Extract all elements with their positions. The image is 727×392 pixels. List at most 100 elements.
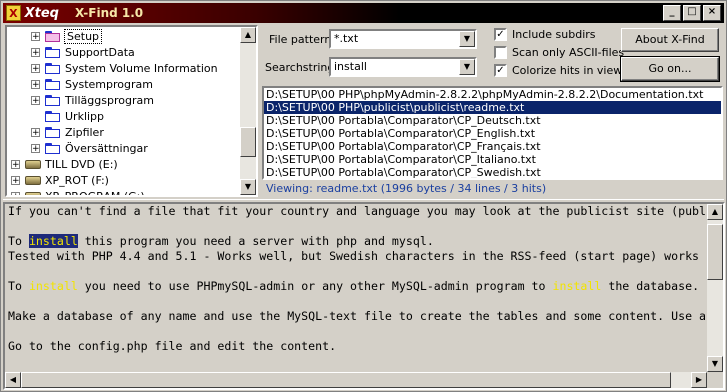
ascii-only-checkbox[interactable] [494,46,507,59]
result-row[interactable]: D:\SETUP\00 Portabla\Comparator\CP_Swedi… [264,166,721,178]
tree-item[interactable]: + TILL DVD (E:) [11,156,118,172]
viewer-scroll-left-button[interactable]: ◀ [5,372,21,388]
tree-item[interactable]: + Zipfiler [31,124,104,140]
tree-item[interactable]: +Urklipp [31,108,104,124]
window-title: X-Find 1.0 [75,6,144,20]
tree-item-label: Systemprogram [65,77,153,91]
tree-item[interactable]: + XP_ROT (F:) [11,172,109,188]
scroll-down-button[interactable]: ▼ [240,179,256,195]
folder-tree[interactable]: + Setup + SupportData + System Volume Informa… [5,25,258,197]
about-button[interactable]: About X-Find [621,28,719,52]
tree-item-label: SupportData [65,45,135,59]
expand-icon[interactable]: + [31,79,40,89]
searchstring-dropdown-icon[interactable]: ▼ [459,59,475,75]
tree-item[interactable]: + Setup [31,28,103,44]
scroll-thumb[interactable] [240,127,256,157]
folder-icon [45,142,61,154]
drive-icon [25,175,41,185]
viewer-hscroll-thumb[interactable] [21,372,671,388]
folder-icon [45,30,61,42]
folder-icon [45,78,61,90]
viewer-line: To install you need to use PHPmySQL-admi… [8,279,710,294]
viewer-line [8,219,710,234]
search-hit: install [28,234,78,248]
result-row[interactable]: D:\SETUP\00 Portabla\Comparator\CP_Itali… [264,153,721,166]
expand-icon[interactable]: + [31,31,40,41]
expand-icon[interactable]: + [11,191,20,195]
tree-item-label: Urklipp [65,109,105,123]
include-subdirs-option[interactable]: ✓ Include subdirs [494,28,596,41]
folder-icon [45,62,61,74]
tree-item-label: Zipfiler [65,125,104,139]
tree-item-label: XP_ROT (F:) [45,173,109,187]
title-bar[interactable]: X Xteq X-Find 1.0 _ □ × [3,3,724,23]
viewer-text-segment: Go to the config.php file and edit the c… [8,339,337,353]
maximize-button[interactable]: □ [683,5,701,21]
viewer-text-segment: you need to use PHPmySQL-admin or any ot… [77,279,553,293]
file-viewer[interactable]: If you can't find a file that fit your c… [3,202,725,390]
expand-icon[interactable]: + [11,159,20,169]
expand-icon[interactable]: + [31,95,40,105]
viewer-line: Tested with PHP 4.4 and 5.1 - Works well… [8,249,710,264]
viewer-line: To install this program you need a serve… [8,234,710,249]
tree-item[interactable]: + Tilläggsprogram [31,92,154,108]
app-logo: X Xteq [3,3,59,23]
viewer-text-segment: If you can't find a file that fit your c… [8,204,707,218]
viewer-text-segment: Make a database of any name and use the … [8,309,707,323]
tree-item[interactable]: + Översättningar [31,140,148,156]
searchstring-value: install [334,60,367,73]
tree-item-label: XP_PROGRAM (G:) [45,190,145,196]
ascii-only-option[interactable]: Scan only ASCII-files [494,46,624,59]
tree-item-label: TILL DVD (E:) [45,157,118,171]
expand-icon[interactable]: + [31,63,40,73]
searchstring-combo[interactable]: install ▼ [329,57,477,77]
file-pattern-combo[interactable]: *.txt ▼ [329,29,477,49]
tree-scrollbar[interactable]: ▲ ▼ [240,27,256,195]
colorize-option[interactable]: ✓ Colorize hits in viewer [494,64,634,77]
folder-icon [45,94,61,106]
viewer-scroll-thumb[interactable] [707,224,723,280]
viewer-scroll-down-button[interactable]: ▼ [707,356,723,372]
result-row[interactable]: D:\SETUP\00 Portabla\Comparator\CP_Franç… [264,140,721,153]
tree-item-label: Tilläggsprogram [65,93,154,107]
folder-icon [45,46,61,58]
expand-icon[interactable]: + [31,127,40,137]
tree-item[interactable]: + XP_PROGRAM (G:) [11,188,145,195]
expand-icon[interactable]: + [31,143,40,153]
status-bar: Viewing: readme.txt (1996 bytes / 34 lin… [266,182,547,195]
file-pattern-dropdown-icon[interactable]: ▼ [459,31,475,47]
ascii-only-label: Scan only ASCII-files [512,46,625,59]
viewer-horizontal-scrollbar[interactable]: ◀ ▶ [5,372,707,388]
viewer-line [8,294,710,309]
viewer-line: If you can't find a file that fit your c… [8,204,710,219]
viewer-text: If you can't find a file that fit your c… [5,204,710,372]
brand-name: Xteq [24,5,59,21]
expand-icon[interactable]: + [11,175,20,185]
minimize-button[interactable]: _ [663,5,681,21]
include-subdirs-checkbox[interactable]: ✓ [494,28,507,41]
search-hit: install [552,279,602,293]
result-row[interactable]: D:\SETUP\00 PHP\phpMyAdmin-2.8.2.2\phpMy… [264,88,721,101]
result-row[interactable]: D:\SETUP\00 Portabla\Comparator\CP_Engli… [264,127,721,140]
viewer-scroll-up-button[interactable]: ▲ [707,204,723,220]
viewer-text-segment: this program you need a server with php … [77,234,434,248]
tree-item[interactable]: + SupportData [31,44,135,60]
colorize-checkbox[interactable]: ✓ [494,64,507,77]
go-on-button[interactable]: Go on... [620,56,720,82]
expand-icon[interactable]: + [31,47,40,57]
result-row-selected[interactable]: D:\SETUP\00 PHP\publicist\publicist\read… [264,101,721,114]
viewer-text-segment: Tested with PHP 4.4 and 5.1 - Works well… [8,249,700,263]
result-row[interactable]: D:\SETUP\00 Portabla\Comparator\CP_Deuts… [264,114,721,127]
viewer-scroll-right-button[interactable]: ▶ [691,372,707,388]
search-hit: install [28,279,78,293]
viewer-text-segment: To [8,279,29,293]
colorize-label: Colorize hits in viewer [512,64,634,77]
scroll-up-button[interactable]: ▲ [240,27,256,43]
result-file-list[interactable]: D:\SETUP\00 PHP\phpMyAdmin-2.8.2.2\phpMy… [262,86,723,180]
file-pattern-value: *.txt [334,32,359,45]
close-button[interactable]: × [703,5,721,21]
tree-item[interactable]: + Systemprogram [31,76,153,92]
searchstring-label: Searchstring [265,61,335,74]
tree-item[interactable]: + System Volume Information [31,60,218,76]
viewer-vertical-scrollbar[interactable]: ▲ ▼ [707,204,723,372]
